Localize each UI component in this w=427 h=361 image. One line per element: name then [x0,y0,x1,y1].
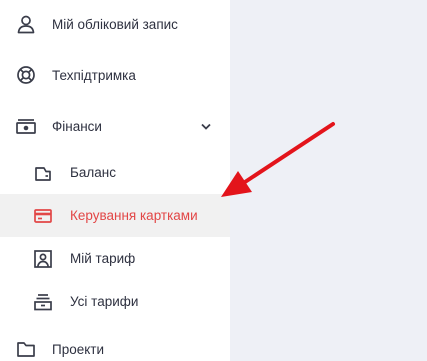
menu-item-support-label: Техпідтримка [52,68,136,83]
submenu-item-all-tariffs-label: Усі тарифи [70,294,139,309]
menu-item-account-label: Мій обліковий запис [52,17,178,32]
credit-card-icon [32,205,54,227]
stack-icon [32,291,54,313]
folder-icon [15,338,37,360]
screen: Мій обліковий запис Техпідтримка Фінанси… [0,0,427,361]
user-icon [15,13,37,35]
lifebuoy-icon [15,64,37,86]
submenu-item-my-tariff-label: Мій тариф [70,251,136,266]
submenu-item-balance[interactable]: Баланс [0,151,230,194]
submenu-item-my-tariff[interactable]: Мій тариф [0,237,230,280]
menu-item-projects[interactable]: Проекти [0,329,230,361]
menu-item-support[interactable]: Техпідтримка [0,55,230,95]
wallet-icon [32,162,54,184]
submenu-item-balance-label: Баланс [70,165,116,180]
menu-item-projects-label: Проекти [52,342,105,357]
menu-item-finance[interactable]: Фінанси [0,106,230,146]
chevron-down-icon[interactable] [200,120,212,132]
submenu-item-cards[interactable]: Керування картками [0,194,230,237]
menu-item-account[interactable]: Мій обліковий запис [0,4,230,44]
submenu-item-all-tariffs[interactable]: Усі тарифи [0,280,230,323]
cash-icon [15,115,37,137]
menu-item-finance-label: Фінанси [52,119,102,134]
content-area [230,0,427,361]
tariff-portrait-icon [32,248,54,270]
sidebar-menu: Мій обліковий запис Техпідтримка Фінанси… [0,0,230,361]
submenu-item-cards-label: Керування картками [70,208,198,223]
